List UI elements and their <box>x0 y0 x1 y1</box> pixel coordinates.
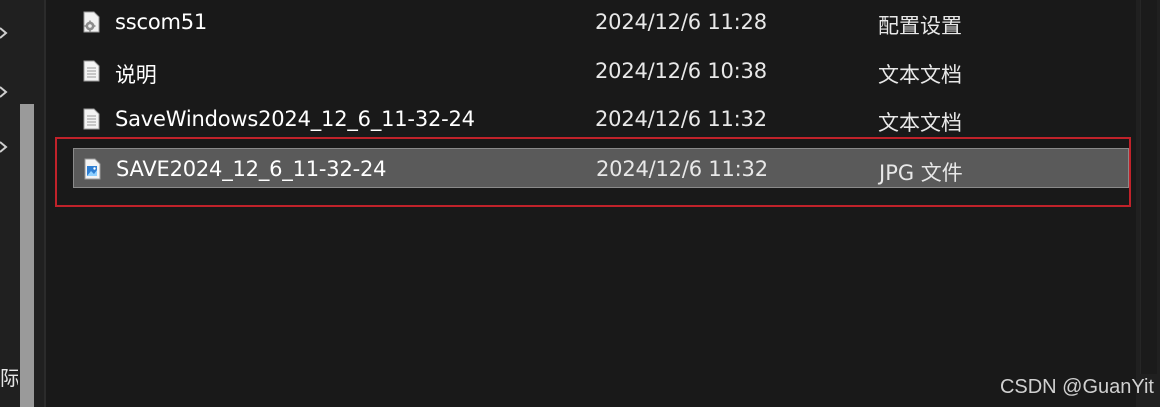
file-row[interactable]: SaveWindows2024_12_6_11-32-24 2024/12/6 … <box>73 99 1129 139</box>
file-modified-date: 2024/12/6 10:38 <box>595 59 767 83</box>
text-file-icon <box>83 60 100 82</box>
file-type: 配置设置 <box>878 14 962 38</box>
file-row[interactable]: sscom51 2024/12/6 11:28 配置设置 <box>73 2 1129 42</box>
file-modified-date: 2024/12/6 11:28 <box>595 10 767 34</box>
file-name: SaveWindows2024_12_6_11-32-24 <box>115 107 475 131</box>
file-name: sscom51 <box>115 10 208 34</box>
file-row-selected[interactable]: SAVE2024_12_6_11-32-24 2024/12/6 11:32 J… <box>73 148 1129 188</box>
image-file-icon <box>84 158 101 180</box>
file-name: SAVE2024_12_6_11-32-24 <box>116 157 387 181</box>
file-name: 说明 <box>115 63 157 87</box>
file-type: 文本文档 <box>878 63 962 87</box>
file-row[interactable]: 说明 2024/12/6 10:38 文本文档 <box>73 51 1129 91</box>
navigation-scrollbar[interactable] <box>20 104 34 407</box>
chevron-right-icon[interactable] <box>0 27 8 39</box>
settings-file-icon <box>83 11 100 33</box>
file-type: 文本文档 <box>878 111 962 135</box>
chevron-right-icon[interactable] <box>0 86 8 98</box>
nav-item-label[interactable]: 际( <box>0 362 18 391</box>
file-explorer-window: 际( sscom51 2024/12/6 11:28 配置设置 说明 2024/… <box>0 0 1160 407</box>
file-modified-date: 2024/12/6 11:32 <box>596 157 768 181</box>
file-type: JPG 文件 <box>879 161 963 185</box>
text-file-icon <box>83 108 100 130</box>
file-modified-date: 2024/12/6 11:32 <box>595 107 767 131</box>
vertical-scrollbar-thumb[interactable] <box>1140 0 1157 374</box>
navigation-pane: 际( <box>0 0 44 407</box>
watermark: CSDN @GuanYit <box>999 376 1154 398</box>
file-list: sscom51 2024/12/6 11:28 配置设置 说明 2024/12/… <box>46 0 1136 407</box>
chevron-right-icon[interactable] <box>0 141 8 153</box>
